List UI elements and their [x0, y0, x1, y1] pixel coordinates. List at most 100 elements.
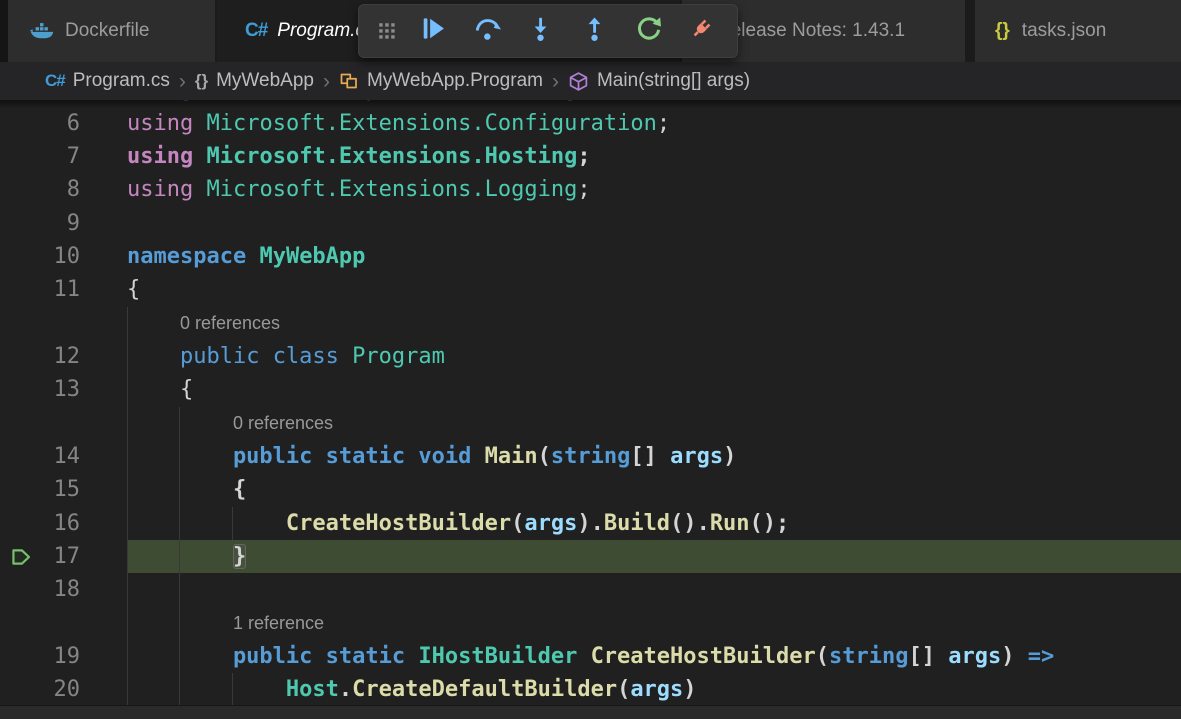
- code-token: ;: [577, 177, 590, 202]
- code-row[interactable]: 16CreateHostBuilder(args).Build().Run();: [0, 507, 1181, 540]
- code-line-text: {: [127, 273, 140, 306]
- code-line-text: CreateHostBuilder(args).Build().Run();: [286, 507, 789, 540]
- current-debug-line-highlight: [127, 540, 1181, 573]
- code-row[interactable]: 11 {: [0, 273, 1181, 306]
- line-number[interactable]: 11: [0, 273, 80, 306]
- indent-guide: [179, 440, 180, 473]
- code-line-text: public static void Main(string[] args): [233, 440, 736, 473]
- code-line-text: public static IHostBuilder CreateHostBui…: [233, 640, 1054, 673]
- line-number[interactable]: 19: [0, 640, 80, 673]
- code-token: {: [180, 377, 193, 402]
- code-token: CreateHostBuilder: [286, 511, 511, 536]
- indent-guide: [232, 673, 233, 706]
- breadcrumb-item-class[interactable]: MyWebApp.Program: [339, 70, 543, 92]
- breadcrumb-item-file[interactable]: C# Program.cs: [45, 70, 170, 92]
- code-row[interactable]: 14 public static void Main(string[] args): [0, 440, 1181, 473]
- indent-guide: [179, 407, 180, 440]
- line-number[interactable]: 18: [0, 573, 80, 606]
- debug-step-into-icon: [527, 15, 554, 47]
- code-row[interactable]: 18: [0, 573, 1181, 606]
- codelens-row[interactable]: 1 reference: [0, 607, 1181, 640]
- code-row[interactable]: 9: [0, 207, 1181, 240]
- indent-guide: [179, 673, 180, 706]
- code-row[interactable]: 19 public static IHostBuilder CreateHostB…: [0, 640, 1181, 673]
- code-row[interactable]: 6using Microsoft.Extensions.Configuratio…: [0, 107, 1181, 140]
- indent-guide: [127, 607, 128, 640]
- breadcrumb-label: MyWebApp: [216, 70, 314, 92]
- tabbar-left-edge: [0, 0, 8, 62]
- code-row[interactable]: 12 public class Program: [0, 340, 1181, 373]
- continue-button[interactable]: [412, 9, 456, 53]
- code-token: static: [326, 444, 419, 469]
- code-token: =>: [1028, 644, 1055, 669]
- codelens-row[interactable]: 0 references: [0, 307, 1181, 340]
- step-out-button[interactable]: [573, 9, 617, 53]
- indent-guide: [127, 507, 128, 540]
- code-token: using: [127, 177, 206, 202]
- code-row[interactable]: 10namespace MyWebApp: [0, 240, 1181, 273]
- gripper-icon[interactable]: [372, 9, 402, 53]
- code-token: Program: [352, 344, 445, 369]
- line-number[interactable]: 13: [0, 373, 80, 406]
- disconnect-button[interactable]: [680, 9, 724, 53]
- code-token: args: [948, 644, 1001, 669]
- code-editor[interactable]: 5using Microsoft.AspNetCore.Hosting;6usi…: [0, 0, 1181, 719]
- code-row[interactable]: 13 {: [0, 373, 1181, 406]
- debug-stackframe-icon: [10, 546, 32, 568]
- code-token: (: [538, 444, 551, 469]
- breadcrumb-label: MyWebApp.Program: [367, 70, 543, 92]
- indent-guide: [179, 540, 180, 573]
- line-number[interactable]: 8: [0, 173, 80, 206]
- line-number[interactable]: 14: [0, 440, 80, 473]
- line-number[interactable]: 6: [0, 107, 80, 140]
- line-number[interactable]: 15: [0, 473, 80, 506]
- debug-step-out-icon: [581, 15, 608, 47]
- indent-guide: [127, 640, 128, 673]
- code-line-text: public class Program: [180, 340, 445, 373]
- line-number[interactable]: 12: [0, 340, 80, 373]
- indent-guide: [127, 307, 128, 340]
- tab-dockerfile[interactable]: Dockerfile: [8, 0, 215, 62]
- symbol-class-icon: [339, 71, 359, 91]
- indent-guide: [127, 340, 128, 373]
- csharp-file-icon: C#: [45, 71, 65, 91]
- code-token: Microsoft.Extensions.Logging: [206, 177, 577, 202]
- json-braces-icon: {}: [995, 20, 1010, 42]
- step-into-button[interactable]: [519, 9, 563, 53]
- code-token: public: [180, 344, 273, 369]
- code-token: (): [670, 511, 697, 536]
- code-row[interactable]: 17}: [0, 540, 1181, 573]
- code-token: ;: [657, 111, 670, 136]
- symbol-method-icon: [568, 71, 589, 92]
- code-token: IHostBuilder: [418, 644, 590, 669]
- code-row[interactable]: 8 using Microsoft.Extensions.Logging;: [0, 173, 1181, 206]
- tab-tasks-json[interactable]: {} tasks.json: [975, 0, 1181, 62]
- code-token: ;: [577, 144, 590, 169]
- code-token: using: [127, 144, 206, 169]
- code-row[interactable]: 20 Host.CreateDefaultBuilder(args): [0, 673, 1181, 706]
- code-token: Run: [710, 511, 750, 536]
- code-token: namespace: [127, 244, 259, 269]
- code-token: Build: [604, 511, 670, 536]
- indent-guide: [179, 573, 180, 606]
- code-row[interactable]: 7using Microsoft.Extensions.Hosting;: [0, 140, 1181, 173]
- restart-button[interactable]: [626, 9, 670, 53]
- code-token: Host: [286, 677, 339, 702]
- breadcrumb-item-namespace[interactable]: {} MyWebApp: [195, 70, 314, 92]
- scroll-shadow: [0, 100, 1181, 109]
- breadcrumb-item-method[interactable]: Main(string[] args): [568, 70, 750, 92]
- line-number[interactable]: 20: [0, 673, 80, 706]
- code-token: using: [127, 111, 206, 136]
- line-number[interactable]: 16: [0, 507, 80, 540]
- line-number[interactable]: 9: [0, 207, 80, 240]
- line-number[interactable]: 7: [0, 140, 80, 173]
- step-over-button[interactable]: [465, 9, 509, 53]
- code-line-text: }: [233, 540, 246, 573]
- indent-guide: [127, 440, 128, 473]
- codelens-text: 0 references: [233, 407, 333, 440]
- code-row[interactable]: 15{: [0, 473, 1181, 506]
- code-line-text: Host.CreateDefaultBuilder(args): [286, 673, 697, 706]
- codelens-row[interactable]: 0 references: [0, 407, 1181, 440]
- line-number[interactable]: 10: [0, 240, 80, 273]
- indent-guide: [127, 540, 128, 573]
